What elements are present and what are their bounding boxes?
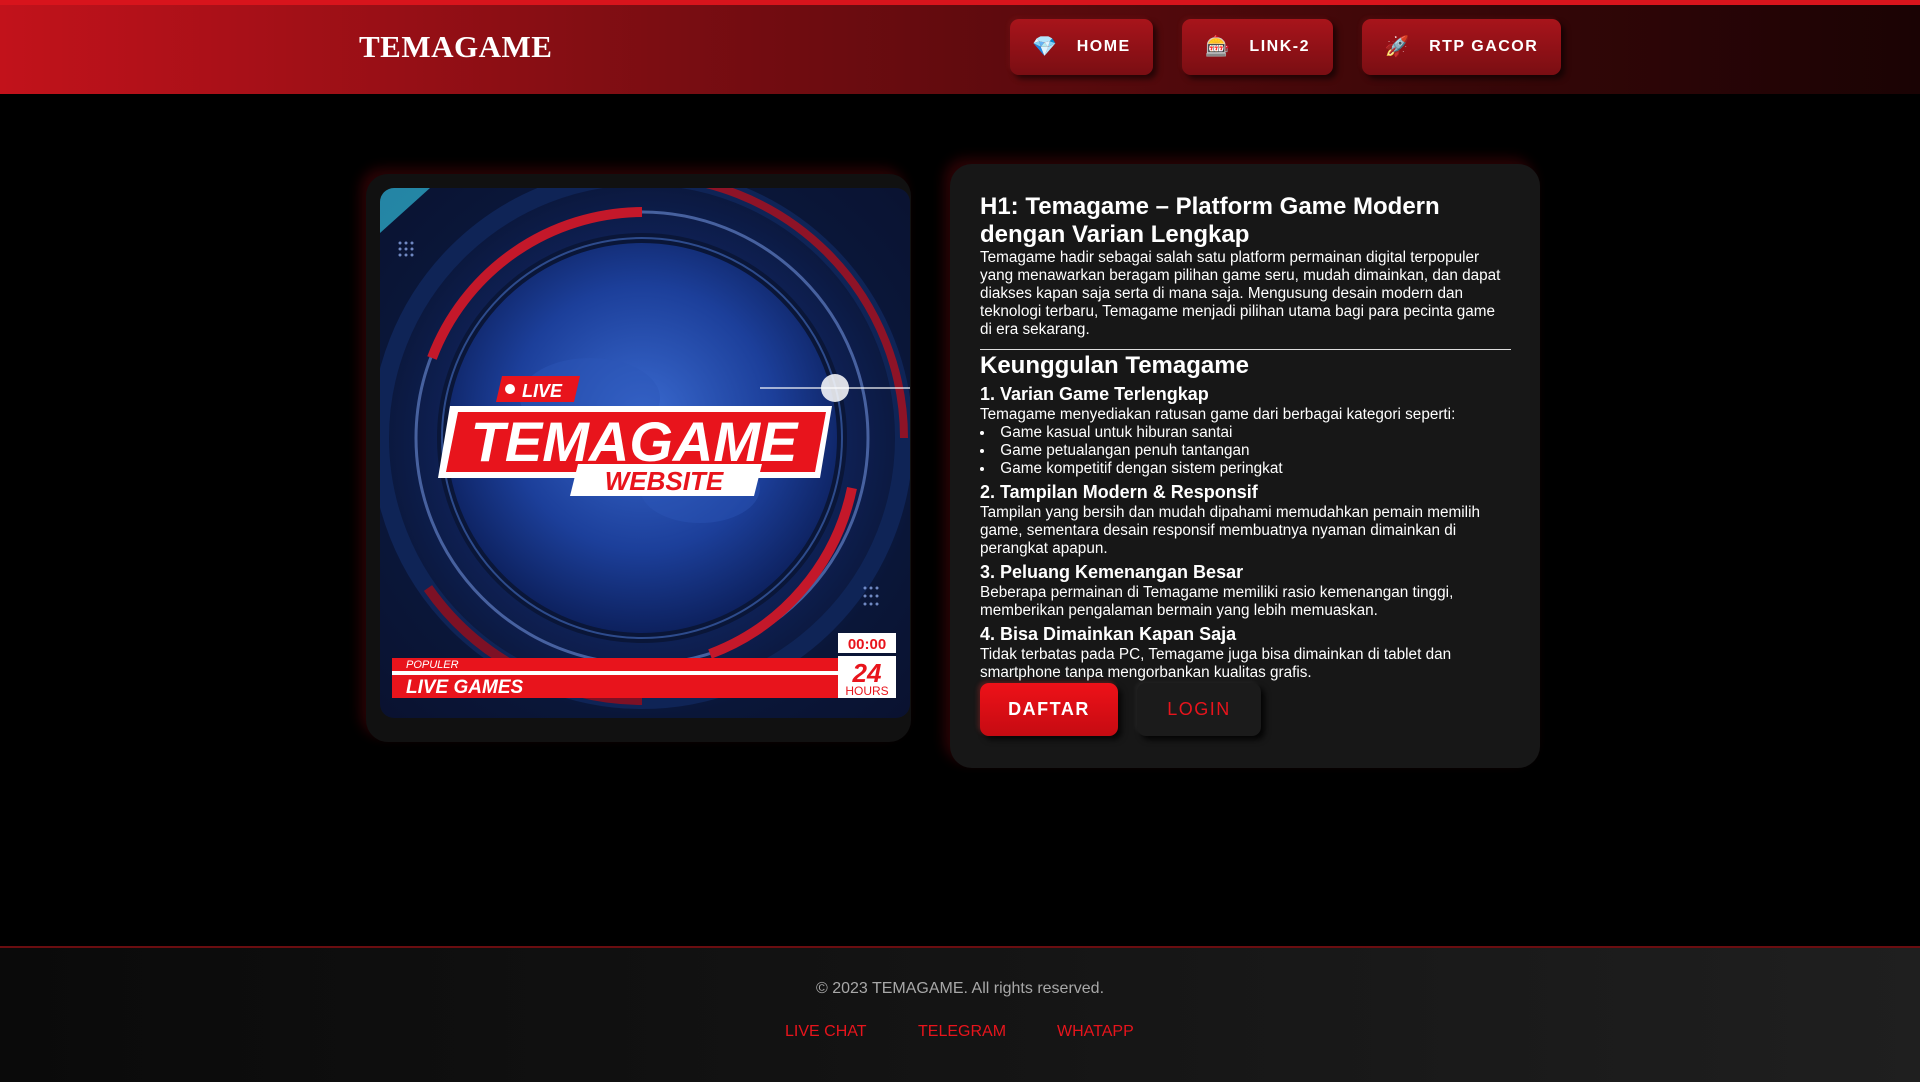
feature-3-title: 3. Peluang Kemenangan Besar — [980, 562, 1244, 582]
nav-home-button[interactable]: 💎 HOME — [1010, 19, 1153, 75]
feature-1-list: Game kasual untuk hiburan santai Game pe… — [980, 424, 1511, 478]
site-footer: © 2023 TEMAGAME. All rights reserved. LI… — [0, 946, 1920, 1082]
hero-banner-graphic: LIVE TEMAGAME WEBSITE POPULER LIVE GAMES… — [380, 188, 910, 709]
article-divider — [980, 349, 1511, 350]
feature-4-title: 4. Bisa Dimainkan Kapan Saja — [980, 624, 1237, 644]
article-content: H1: Temagame – Platform Game Modern deng… — [980, 193, 1511, 682]
section-heading: Keunggulan Temagame — [980, 352, 1249, 379]
hero-brand-text: TEMAGAME — [471, 410, 799, 473]
hero-clock-text: 00:00 — [848, 636, 886, 653]
article-intro: Temagame hadir sebagai salah satu platfo… — [980, 249, 1501, 338]
nav-link2-button[interactable]: 🎰 LINK-2 — [1182, 19, 1333, 75]
article-title: H1: Temagame – Platform Game Modern deng… — [980, 193, 1440, 248]
footer-link-live-chat[interactable]: LIVE CHAT — [785, 1023, 867, 1041]
login-button[interactable]: LOGIN — [1137, 683, 1261, 736]
slot-machine-icon: 🎰 — [1205, 36, 1232, 58]
feature-2-text: Tampilan yang bersih dan mudah dipahami … — [980, 504, 1480, 557]
daftar-button[interactable]: DAFTAR — [980, 683, 1118, 736]
hero-live-games-text: LIVE GAMES — [406, 677, 524, 698]
footer-link-whatapp[interactable]: WHATAPP — [1057, 1023, 1134, 1041]
nav-link2-label: LINK-2 — [1249, 38, 1310, 55]
nav-rtp-gacor-label: RTP GACOR — [1429, 38, 1539, 55]
feature-3-text: Beberapa permainan di Temagame memiliki … — [980, 584, 1454, 619]
feature-1-text: Temagame menyediakan ratusan game dari b… — [980, 406, 1456, 423]
hero-hours-label: HOURS — [845, 684, 888, 698]
list-item: Game kasual untuk hiburan santai — [980, 424, 1511, 442]
list-item: Game kompetitif dengan sistem peringkat — [980, 460, 1511, 478]
hero-website-text: WEBSITE — [605, 466, 724, 496]
feature-2-title: 2. Tampilan Modern & Responsif — [980, 482, 1258, 502]
nav-rtp-gacor-button[interactable]: 🚀 RTP GACOR — [1362, 19, 1561, 75]
copyright-text: © 2023 TEMAGAME. All rights reserved. — [815, 980, 1105, 997]
feature-1-title: 1. Varian Game Terlengkap — [980, 384, 1209, 404]
hero-populer-text: POPULER — [406, 659, 459, 671]
footer-link-telegram[interactable]: TELEGRAM — [918, 1023, 1006, 1041]
site-header: TEMAGAME 💎 HOME 🎰 LINK-2 🚀 RTP GACOR — [0, 5, 1920, 94]
list-item: Game petualangan penuh tantangan — [980, 442, 1511, 460]
hero-live-text: LIVE — [522, 381, 563, 401]
feature-4-text: Tidak terbatas pada PC, Temagame juga bi… — [980, 646, 1452, 681]
gem-icon: 💎 — [1032, 36, 1059, 58]
hero-banner-image: LIVE TEMAGAME WEBSITE POPULER LIVE GAMES… — [380, 188, 910, 718]
rocket-icon: 🚀 — [1384, 36, 1412, 58]
site-logo[interactable]: TEMAGAME — [359, 29, 552, 65]
nav-home-label: HOME — [1076, 38, 1131, 55]
